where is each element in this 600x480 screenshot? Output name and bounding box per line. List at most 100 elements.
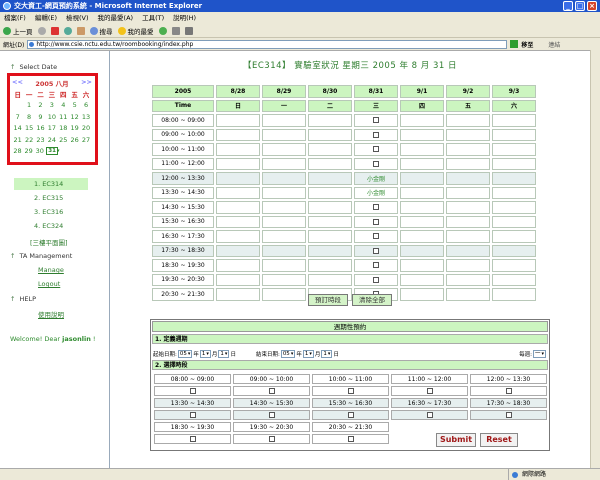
calendar-day[interactable]: 14	[12, 124, 23, 132]
back-button[interactable]: 上一頁	[3, 26, 33, 36]
calendar-day[interactable]: 15	[23, 124, 34, 132]
periodic-slot-checkbox[interactable]	[268, 436, 275, 442]
calendar-day[interactable]: 11	[58, 113, 69, 121]
go-button[interactable]: 移至	[521, 40, 533, 49]
calendar-day[interactable]: 4	[58, 101, 69, 109]
calendar-day[interactable]: 18	[58, 124, 69, 132]
menu-edit[interactable]: 編輯(E)	[35, 12, 57, 24]
menu-view[interactable]: 檢視(V)	[66, 12, 89, 24]
vertical-scrollbar[interactable]	[590, 50, 600, 468]
slot-checkbox[interactable]	[373, 247, 379, 254]
end-year-select[interactable]: 05	[280, 350, 296, 358]
room-item[interactable]: 1. EC314	[14, 178, 88, 190]
periodic-slot-checkbox[interactable]	[347, 388, 354, 394]
home-button[interactable]	[76, 26, 85, 35]
manage-link[interactable]: Manage	[38, 266, 64, 274]
calendar-day[interactable]: 12	[69, 113, 80, 121]
calendar-day[interactable]: 30	[34, 147, 45, 155]
calendar-day[interactable]: 27	[80, 136, 91, 144]
refresh-button[interactable]	[63, 26, 72, 35]
periodic-slot-checkbox[interactable]	[189, 412, 196, 418]
calendar-day[interactable]: 10	[46, 113, 57, 121]
room-item[interactable]: 3. EC316	[14, 206, 88, 218]
calendar-day[interactable]: 31	[46, 147, 58, 156]
periodic-slot-checkbox[interactable]	[426, 412, 433, 418]
calendar-day[interactable]: 20	[80, 124, 91, 132]
clear-all-button[interactable]: 清除全部	[352, 294, 392, 306]
history-button[interactable]	[158, 26, 167, 35]
calendar-day[interactable]: 24	[46, 136, 57, 144]
mail-button[interactable]	[171, 26, 180, 35]
calendar-day[interactable]: 8	[23, 113, 34, 121]
calendar-prev-button[interactable]: <<	[12, 78, 23, 88]
slot-checkbox[interactable]	[373, 131, 379, 138]
start-year-select[interactable]: 05	[177, 350, 193, 358]
slot-checkbox[interactable]	[373, 146, 379, 153]
calendar-day[interactable]: 21	[12, 136, 23, 144]
go-arrow-icon[interactable]	[510, 40, 519, 48]
calendar-day[interactable]: 7	[12, 113, 23, 121]
weekday-select[interactable]: 一	[532, 350, 546, 358]
calendar-day[interactable]: 2	[35, 101, 46, 109]
calendar-day[interactable]: 22	[23, 136, 34, 144]
periodic-slot-checkbox[interactable]	[268, 388, 275, 394]
periodic-slot-checkbox[interactable]	[347, 412, 354, 418]
reset-button[interactable]: Reset	[480, 433, 518, 447]
room-item[interactable]: 4. EC324	[14, 220, 88, 232]
menu-help[interactable]: 說明(H)	[173, 12, 196, 24]
start-month-select[interactable]: 1	[199, 350, 211, 358]
calendar-day[interactable]: 28	[12, 147, 23, 155]
url-input[interactable]: http://www.csie.nctu.edu.tw/roombooking/…	[27, 39, 508, 49]
calendar-day[interactable]: 9	[35, 113, 46, 121]
periodic-slot-checkbox[interactable]	[189, 388, 196, 394]
calendar-day[interactable]: 26	[69, 136, 80, 144]
calendar-day[interactable]: 3	[46, 101, 57, 109]
room-item[interactable]: 2. EC315	[14, 192, 88, 204]
calendar-day[interactable]: 29	[23, 147, 34, 155]
stop-button[interactable]	[50, 26, 59, 35]
close-button[interactable]: ×	[587, 1, 597, 11]
periodic-slot-checkbox[interactable]	[426, 388, 433, 394]
periodic-slot-checkbox[interactable]	[189, 436, 196, 442]
start-day-select[interactable]: 1	[218, 350, 230, 358]
favorites-button[interactable]: 我的最愛	[117, 26, 154, 36]
logout-link[interactable]: Logout	[38, 280, 60, 288]
slot-checkbox[interactable]	[373, 160, 379, 167]
calendar-next-button[interactable]: >>	[81, 78, 92, 88]
end-day-select[interactable]: 1	[321, 350, 333, 358]
reserve-slot-button[interactable]: 預訂時段	[308, 294, 348, 306]
slot-checkbox[interactable]	[373, 218, 379, 225]
periodic-slot-checkbox[interactable]	[347, 436, 354, 442]
periodic-slot-checkbox[interactable]	[268, 412, 275, 418]
slot-checkbox[interactable]	[373, 276, 379, 283]
slot-checkbox[interactable]	[373, 233, 379, 240]
search-button[interactable]: 搜尋	[89, 26, 113, 36]
calendar-day[interactable]: 17	[46, 124, 57, 132]
periodic-slot-checkbox[interactable]	[505, 412, 512, 418]
menu-favorites[interactable]: 我的最愛(A)	[98, 12, 134, 24]
forward-button[interactable]	[37, 26, 46, 35]
print-button[interactable]	[184, 26, 193, 35]
end-month-select[interactable]: 1	[302, 350, 314, 358]
calendar-day[interactable]: 19	[69, 124, 80, 132]
calendar-day[interactable]: 6	[80, 101, 91, 109]
slot-checkbox[interactable]	[373, 117, 379, 124]
calendar-day[interactable]: 23	[35, 136, 46, 144]
calendar-day[interactable]: 13	[80, 113, 91, 121]
menu-file[interactable]: 檔案(F)	[4, 12, 26, 24]
calendar-day[interactable]: 25	[58, 136, 69, 144]
links-button[interactable]: 連結	[548, 40, 560, 49]
slot-checkbox[interactable]	[373, 204, 379, 211]
submit-button[interactable]: Submit	[436, 433, 476, 447]
help-link[interactable]: 使用說明	[38, 309, 64, 319]
calendar-day[interactable]: 16	[35, 124, 46, 132]
menu-tools[interactable]: 工具(T)	[142, 12, 164, 24]
minimize-button[interactable]: _	[563, 1, 573, 11]
calendar-day[interactable]: 5	[69, 101, 80, 109]
calendar-day[interactable]: 1	[23, 101, 34, 109]
maximize-button[interactable]: □	[575, 1, 585, 11]
floor-plan-link[interactable]: [三樓平面圖]	[30, 237, 68, 247]
periodic-slot-checkbox[interactable]	[505, 388, 512, 394]
slot-checkbox[interactable]	[373, 262, 379, 269]
weekday-label: 三	[48, 90, 56, 99]
